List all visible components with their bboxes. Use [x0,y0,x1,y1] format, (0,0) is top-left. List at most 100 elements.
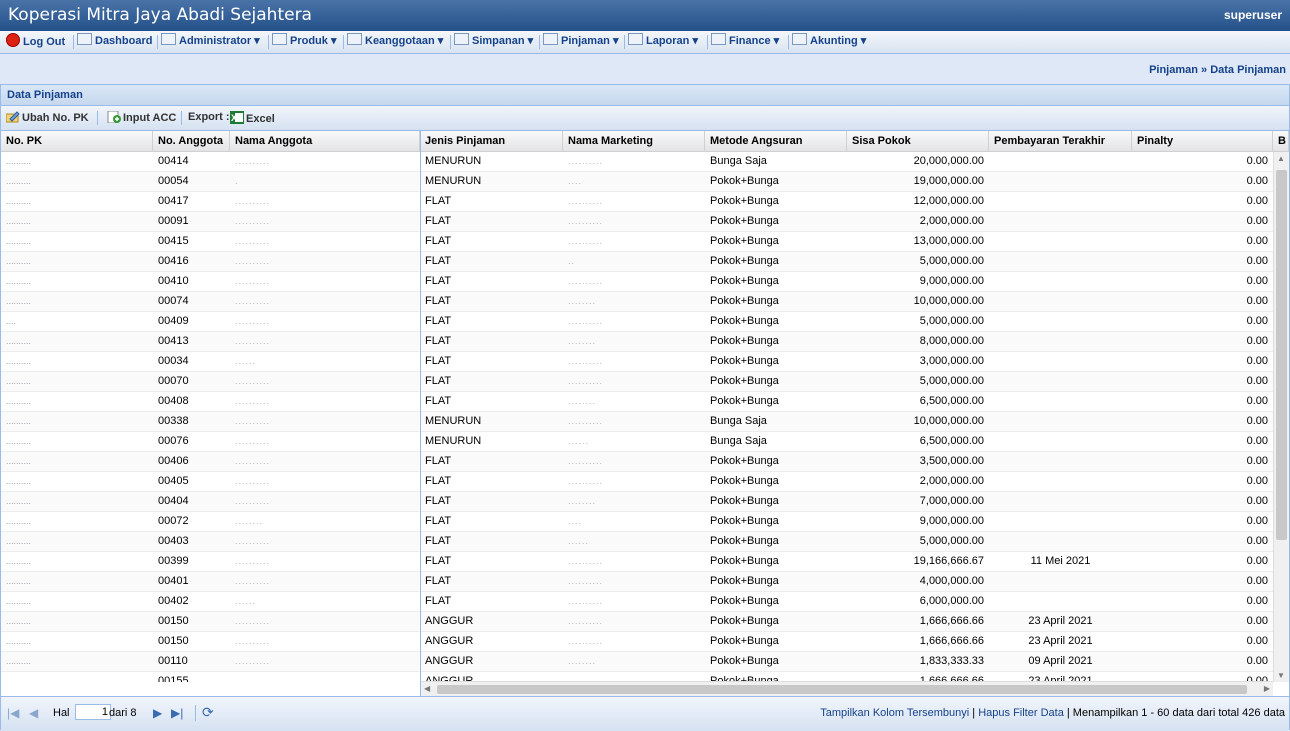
scroll-right-icon[interactable]: ▶ [1264,684,1270,693]
table-row[interactable]: .......... 00401.......... FLAT.......... P… [1,572,1273,592]
menu-item-4[interactable]: Keanggotaan ▾ [347,33,443,50]
menu-item-label: Pinjaman ▾ [561,35,619,47]
refresh-icon[interactable]: ⟳ [202,704,214,721]
table-row[interactable]: .......... 00414.......... MENURUN........… [1,152,1273,172]
menu-item-9[interactable]: Akunting ▾ [792,33,866,50]
table-row[interactable]: .......... 00338.......... MENURUN........… [1,412,1273,432]
current-user[interactable]: superuser [1224,8,1282,22]
cell-metode: Pokok+Bunga [710,275,779,287]
cell-pk: .......... [6,276,32,286]
first-page-icon[interactable]: |◀ [7,706,19,720]
menu-item-7[interactable]: Laporan ▾ [628,33,698,50]
scroll-left-icon[interactable]: ◀ [424,684,430,693]
cell-pk: .......... [6,336,32,346]
column-header[interactable]: Pembayaran Terakhir [989,131,1132,151]
cell-jenis: FLAT [425,595,452,607]
last-page-icon[interactable]: ▶| [171,706,183,720]
cell-bayar [989,332,1132,351]
column-header[interactable]: No. Anggota [153,131,230,151]
cell-nama: .......... [235,496,271,506]
menu-item-8[interactable]: Finance ▾ [711,33,779,50]
column-header[interactable]: Pinalty [1132,131,1273,151]
scroll-down-icon[interactable]: ▼ [1277,671,1285,680]
table-row[interactable]: .......... 00034...... FLAT.......... Pokok… [1,352,1273,372]
column-header[interactable]: Sisa Pokok [847,131,989,151]
vertical-scrollbar[interactable]: ▲ ▼ [1273,152,1289,682]
cell-metode: Pokok+Bunga [710,215,779,227]
cell-bayar [989,352,1132,371]
cell-pk: .......... [6,356,32,366]
cell-pk: .......... [6,656,32,666]
table-row[interactable]: .......... 00150.......... ANGGUR.........… [1,612,1273,632]
table-row[interactable]: .......... 00406.......... FLAT.......... P… [1,452,1273,472]
menu-item-2[interactable]: Administrator ▾ [161,33,260,50]
column-header[interactable]: Jenis Pinjaman [420,131,563,151]
excel-export-button[interactable]: X Excel [230,111,275,125]
table-row[interactable]: .......... 00076.......... MENURUN...... Bu… [1,432,1273,452]
cell-mkt: .... [568,516,583,526]
table-row[interactable]: .......... 00408.......... FLAT........ Pok… [1,392,1273,412]
cell-pk: .......... [6,536,32,546]
table-row[interactable]: .......... 00072........ FLAT.... Pokok+Bun… [1,512,1273,532]
cell-pk: .......... [6,676,32,682]
menu-item-1[interactable]: Dashboard [77,33,152,50]
table-row[interactable]: .......... 00110.......... ANGGUR........ P… [1,652,1273,672]
cell-jenis: FLAT [425,555,452,567]
cell-bayar [989,252,1132,271]
menu-item-3[interactable]: Produk ▾ [272,33,336,50]
cell-metode: Pokok+Bunga [710,475,779,487]
clear-filter-link[interactable]: Hapus Filter Data [978,707,1064,719]
title-bar: Koperasi Mitra Jaya Abadi Sejahtera supe… [0,0,1290,31]
cell-pk: .......... [6,596,32,606]
table-row[interactable]: .......... 00074.......... FLAT........ Pok… [1,292,1273,312]
cell-sisa: 13,000,000.00 [913,235,984,247]
table-row[interactable]: .......... 00070.......... FLAT.......... P… [1,372,1273,392]
column-header[interactable]: Nama Marketing [563,131,705,151]
cell-jenis: FLAT [425,195,452,207]
table-row[interactable]: .......... 00404.......... FLAT........ Pok… [1,492,1273,512]
table-row[interactable]: .......... 00399.......... FLAT.......... P… [1,552,1273,572]
cell-mkt: .......... [568,636,604,646]
column-header[interactable]: Nama Anggota [230,131,420,151]
horizontal-scrollbar[interactable]: ◀ ▶ [421,681,1273,696]
table-row[interactable]: .......... 00405.......... FLAT.......... P… [1,472,1273,492]
pager-separator [195,705,196,721]
scroll-up-icon[interactable]: ▲ [1277,154,1285,163]
table-row[interactable]: .......... 00054. MENURUN.... Pokok+Bunga 19… [1,172,1273,192]
column-header[interactable]: Metode Angsuran [705,131,847,151]
ubah-no-pk-button[interactable]: Ubah No. PK [5,111,89,124]
table-row[interactable]: .... 00409.......... FLAT.......... Pokok+B… [1,312,1273,332]
cell-jenis: FLAT [425,255,452,267]
show-hidden-columns-link[interactable]: Tampilkan Kolom Tersembunyi [820,707,969,719]
table-row[interactable]: .......... 00091.......... FLAT.......... P… [1,212,1273,232]
cell-nama: ...... [235,596,257,606]
horizontal-scroll-thumb[interactable] [437,685,1247,694]
menu-item-6[interactable]: Pinjaman ▾ [543,33,618,50]
table-row[interactable]: .......... 00402...... FLAT.......... Pokok… [1,592,1273,612]
cell-jenis: FLAT [425,315,452,327]
table-row[interactable]: .......... 00416.......... FLAT.. Pokok+Bun… [1,252,1273,272]
cell-jenis: ANGGUR [425,655,474,667]
cell-sisa: 10,000,000.00 [913,295,984,307]
cell-bayar [989,312,1132,331]
cell-metode: Pokok+Bunga [710,255,779,267]
table-row[interactable]: .......... 00150.......... ANGGUR.........… [1,632,1273,652]
menu-item-5[interactable]: Simpanan ▾ [454,33,533,50]
table-row[interactable]: .......... 00413.......... FLAT........ Pok… [1,332,1273,352]
menu-item-0[interactable]: Log Out [6,33,65,50]
table-row[interactable]: .......... 00410.......... FLAT.......... P… [1,272,1273,292]
table-row[interactable]: .......... 00417.......... FLAT.......... P… [1,192,1273,212]
table-row[interactable]: .......... 00415.......... FLAT.......... P… [1,232,1273,252]
column-header[interactable]: No. PK [1,131,153,151]
window-icon [792,33,807,45]
vertical-scroll-thumb[interactable] [1276,170,1287,540]
cell-bayar: 23 April 2021 [1028,635,1093,647]
table-row[interactable]: .......... 00403.......... FLAT...... Pokok… [1,532,1273,552]
input-acc-button[interactable]: Input ACC [107,110,176,124]
page-number-input[interactable] [75,704,111,720]
cell-mkt: ...... [568,436,590,446]
prev-page-icon[interactable]: ◀ [29,706,38,720]
cell-no: 00415 [158,235,189,247]
next-page-icon[interactable]: ▶ [153,706,162,720]
column-header[interactable]: B [1273,131,1289,151]
